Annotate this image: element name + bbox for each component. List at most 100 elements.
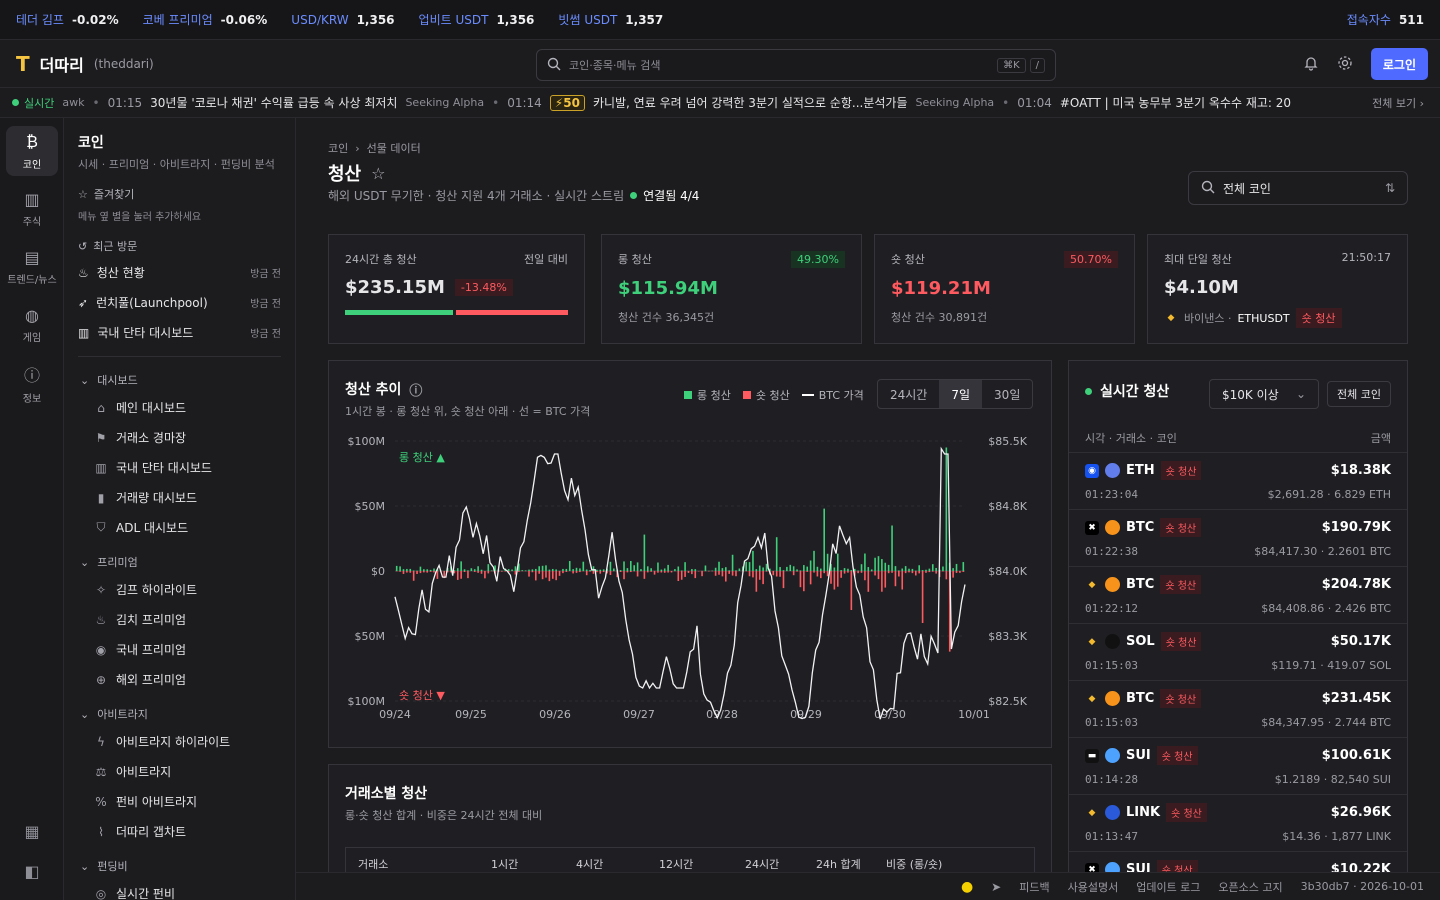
- y2-tick-label: $83.3K: [988, 630, 1027, 643]
- info-icon: ⓘ: [23, 365, 40, 385]
- bell-icon[interactable]: [1303, 55, 1319, 74]
- coin-select[interactable]: 전체 코인 ⇅: [1188, 171, 1408, 205]
- live-liquidation-row[interactable]: ◆ BTC 숏 청산 $204.78K 01:22:12 $84,408.86 · 2.4…: [1069, 566, 1407, 623]
- news-item[interactable]: 카니발, 연료 우려 넘어 강력한 3분기 실적으로 순항...분석가들: [593, 94, 908, 111]
- info-icon[interactable]: ⓘ: [409, 380, 422, 399]
- coinbase-premium[interactable]: 코베 프리미엄 -0.06%: [143, 11, 268, 28]
- tether-kimp[interactable]: 테더 김프 -0.02%: [16, 11, 119, 28]
- binance-icon: ◆: [1088, 579, 1096, 590]
- tab-30d[interactable]: 30일: [982, 380, 1032, 408]
- binance-icon: ◆: [1167, 313, 1175, 323]
- live-liquidation-row[interactable]: ▬ SUI 숏 청산 $100.61K 01:14:28 $1.2189 · 82,540…: [1069, 737, 1407, 794]
- chevron-down-icon: ⌄: [80, 555, 90, 569]
- table-header: 거래소 1시간 4시간 12시간 24시간 24h 합계 비중 (롱/숏): [345, 847, 1035, 872]
- nav-arbitrage[interactable]: ⚖ 아비트라지: [94, 763, 172, 780]
- nav-volume-dashboard[interactable]: ▮ 거래량 대시보드: [94, 489, 197, 506]
- okx-icon: ✖: [1085, 520, 1099, 535]
- bolt-icon: ϟ: [97, 734, 105, 749]
- rail-trend[interactable]: ▤ 트렌드/뉴스: [6, 242, 58, 292]
- live-liquidation-row[interactable]: ✖ BTC 숏 청산 $190.79K 01:22:38 $84,417.30 · 2.2…: [1069, 509, 1407, 566]
- upbit-usdt[interactable]: 업비트 USDT 1,356: [419, 11, 535, 28]
- footer: ● ➤ 피드백 사용설명서 업데이트 로그 오픈소스 고지 3b30db7 · …: [296, 872, 1440, 900]
- coin-icon: [1105, 634, 1120, 649]
- live-liquidation-row[interactable]: ◆ BTC 숏 청산 $231.45K 01:15:03 $84,347.95 · 2.7…: [1069, 680, 1407, 737]
- sidebar: 코인 시세 · 프리미엄 · 아비트라지 · 펀딩비 분석 ☆ 즐겨찾기 메뉴 옆…: [64, 118, 296, 900]
- liquidation-chart[interactable]: $100M $50M $0 $50M $100M $85.5K $84.8K $84.0K $8…: [329, 431, 1051, 741]
- nav-adl-dashboard[interactable]: ⛉ ADL 대시보드: [94, 519, 188, 536]
- group-dashboard[interactable]: ⌄ 대시보드: [80, 372, 138, 388]
- footer-feedback[interactable]: 피드백: [1019, 879, 1049, 895]
- score-badge: ⚡50: [549, 94, 585, 111]
- chevron-down-icon: ⌄: [80, 373, 90, 387]
- rail-game[interactable]: ◍ 게임: [6, 300, 58, 350]
- search-placeholder: 코인·종목·메뉴 검색: [569, 59, 661, 72]
- nav-domestic-premium[interactable]: ◉ 국내 프리미엄: [94, 641, 186, 658]
- recent-item[interactable]: ➶ 런치풀(Launchpool) 방금 전: [78, 294, 281, 311]
- grid-icon[interactable]: ▦: [0, 822, 64, 841]
- group-funding[interactable]: ⌄ 펀딩비: [80, 858, 128, 874]
- star-icon[interactable]: ☆: [371, 164, 385, 183]
- live-liquidation-row[interactable]: ✖ SUI 숏 청산 $10.22K: [1069, 851, 1407, 872]
- coin-icon: [1105, 691, 1120, 706]
- live-liquidation-row[interactable]: ◆ SOL 숏 청산 $50.17K 01:15:03 $119.71 · 419.07 …: [1069, 623, 1407, 680]
- amount-filter-select[interactable]: $10K 이상 ⌄: [1209, 379, 1319, 409]
- live-liquidation-row[interactable]: ◉ ETH 숏 청산 $18.38K 01:23:04 $2,691.28 · 6.829…: [1069, 452, 1407, 509]
- app-header: T 더따리 (theddari) 코인·종목·메뉴 검색 ⌘K / 로그인: [0, 40, 1440, 88]
- connection-dot: [630, 192, 638, 199]
- gear-icon[interactable]: [1337, 55, 1353, 74]
- view-all-news-link[interactable]: 전체 보기 ›: [1362, 88, 1440, 117]
- news-item[interactable]: 30년물 '코로나 채권' 수익률 급등 속 사상 최저치: [150, 94, 397, 111]
- btc-price-line: [394, 446, 966, 720]
- y2-tick-label: $85.5K: [988, 435, 1027, 448]
- nav-arb-highlight[interactable]: ϟ 아비트라지 하이라이트: [94, 733, 230, 750]
- kakao-icon[interactable]: ●: [961, 879, 973, 895]
- nav-funding-arb[interactable]: % 펀비 아비트라지: [94, 793, 197, 810]
- nav-kimp-highlight[interactable]: ✧ 김프 하이라이트: [94, 581, 197, 598]
- y-tick-label: $50M: [355, 500, 386, 513]
- nav-overseas-premium[interactable]: ⊕ 해외 프리미엄: [94, 671, 186, 688]
- live-liquidation-row[interactable]: ◆ LINK 숏 청산 $26.96K 01:13:47 $14.36 · 1,877 L…: [1069, 794, 1407, 851]
- search-input[interactable]: 코인·종목·메뉴 검색 ⌘K /: [536, 49, 1056, 81]
- online-users: 접속자수 511: [1346, 12, 1424, 28]
- x-tick-label: 09/25: [455, 708, 487, 721]
- long-axis-label: 롱 청산 ▲: [399, 451, 445, 464]
- flag-icon: ⚑: [95, 430, 107, 445]
- bybit-icon: ▬: [1085, 748, 1099, 763]
- rail-info[interactable]: ⓘ 정보: [6, 358, 58, 408]
- nav-gap-chart[interactable]: ⌇ 더따리 갭차트: [94, 823, 186, 840]
- footer-manual[interactable]: 사용설명서: [1068, 879, 1119, 895]
- bar-chart-icon: ▮: [97, 490, 105, 505]
- live-liquidation-panel: 실시간 청산 $10K 이상 ⌄ 전체 코인 시각 · 거래소 · 코인 금액 ◉…: [1068, 360, 1408, 872]
- nav-exchange-race[interactable]: ⚑ 거래소 경마장: [94, 429, 186, 446]
- telegram-icon[interactable]: ➤: [991, 880, 1001, 894]
- tab-24h[interactable]: 24시간: [878, 380, 939, 408]
- range-tabs: 24시간 7일 30일: [877, 379, 1034, 409]
- star-icon: ☆: [78, 187, 88, 201]
- group-premium[interactable]: ⌄ 프리미엄: [80, 554, 138, 570]
- nav-kimchi-premium[interactable]: ♨ 김치 프리미엄: [94, 611, 186, 628]
- nav-domestic-scalp[interactable]: ▥ 국내 단타 대시보드: [94, 459, 212, 476]
- search-icon: [547, 57, 561, 74]
- footer-changelog[interactable]: 업데이트 로그: [1136, 879, 1200, 895]
- tab-7d[interactable]: 7일: [939, 380, 983, 408]
- news-item[interactable]: #OATT | 미국 농무부 3분기 옥수수 재고: 20: [1060, 94, 1291, 111]
- coin-filter-button[interactable]: 전체 코인: [1327, 381, 1391, 407]
- rail-stock[interactable]: ▥ 주식: [6, 184, 58, 234]
- search-icon: [1201, 180, 1215, 197]
- recent-item[interactable]: ♨ 청산 현황 방금 전: [78, 264, 281, 281]
- logo-mark: T: [16, 51, 30, 76]
- page-description: 해외 USDT 무기한 · 청산 지원 4개 거래소 · 실시간 스트림 연결됨 …: [328, 189, 700, 203]
- logo[interactable]: T 더따리 (theddari): [16, 52, 154, 76]
- rail-coin[interactable]: ₿ 코인: [6, 126, 58, 176]
- footer-oss[interactable]: 오픈소스 고지: [1218, 879, 1282, 895]
- nav-live-funding[interactable]: ◎ 실시간 펀비: [94, 885, 175, 900]
- recent-item[interactable]: ▥ 국내 단타 대시보드 방금 전: [78, 324, 281, 341]
- line-chart-icon: ⌇: [98, 824, 104, 839]
- nav-main-dashboard[interactable]: ⌂ 메인 대시보드: [94, 399, 186, 416]
- login-button[interactable]: 로그인: [1370, 48, 1428, 80]
- globe-icon: ⊕: [95, 672, 107, 687]
- group-arbitrage[interactable]: ⌄ 아비트라지: [80, 706, 148, 722]
- usd-krw[interactable]: USD/KRW 1,356: [291, 13, 394, 27]
- bithumb-usdt[interactable]: 빗썸 USDT 1,357: [558, 11, 663, 28]
- collapse-sidebar-icon[interactable]: ◧: [0, 862, 64, 881]
